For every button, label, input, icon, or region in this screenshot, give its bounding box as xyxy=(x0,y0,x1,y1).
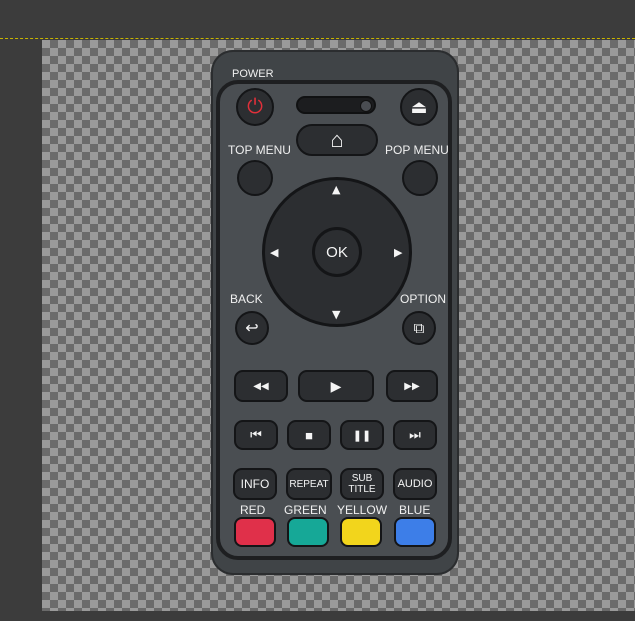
info-button[interactable]: INFO xyxy=(233,468,277,500)
fast-forward-icon: ▶▶ xyxy=(404,380,420,392)
subtitle-button[interactable]: SUB TITLE xyxy=(340,468,384,500)
ok-button[interactable]: OK xyxy=(312,227,362,277)
yellow-button[interactable] xyxy=(340,517,382,547)
green-button[interactable] xyxy=(287,517,329,547)
dpad-right-icon[interactable]: ▶ xyxy=(394,247,402,258)
power-icon: ⏻ xyxy=(247,95,263,118)
subtitle-label-line1: SUB xyxy=(351,473,373,484)
audio-button[interactable]: AUDIO xyxy=(393,468,437,500)
stop-icon: ■ xyxy=(305,427,313,443)
blue-label: BLUE xyxy=(399,503,431,517)
play-button[interactable]: ▶ xyxy=(298,370,374,402)
red-button[interactable] xyxy=(234,517,276,547)
rewind-button[interactable]: ◀◀ xyxy=(234,370,288,402)
option-label: OPTION xyxy=(400,292,447,306)
repeat-button[interactable]: REPEAT xyxy=(286,468,332,500)
green-label: GREEN xyxy=(284,503,327,517)
subtitle-label-line2: TITLE xyxy=(348,484,376,495)
yellow-label: YELLOW xyxy=(337,503,388,517)
option-button[interactable]: ⧉ xyxy=(402,311,436,345)
option-icon: ⧉ xyxy=(413,319,425,337)
skip-back-icon: ⏮ xyxy=(250,427,262,442)
back-arrow-icon: ↩ xyxy=(245,320,259,337)
home-button[interactable]: ⌂ xyxy=(296,124,378,156)
power-button[interactable]: ⏻ xyxy=(236,88,274,126)
back-label: BACK xyxy=(230,292,263,306)
dpad-down-icon[interactable]: ▼ xyxy=(332,309,340,320)
pause-button[interactable]: ❚❚ xyxy=(340,420,384,450)
blue-button[interactable] xyxy=(394,517,436,547)
play-icon: ▶ xyxy=(330,377,342,394)
pop-menu-button[interactable] xyxy=(402,160,438,196)
eject-icon: ⏏ xyxy=(410,96,428,117)
top-menu-label: TOP MENU xyxy=(228,143,291,157)
eject-button[interactable]: ⏏ xyxy=(400,88,438,126)
red-label: RED xyxy=(240,503,266,517)
fast-forward-button[interactable]: ▶▶ xyxy=(386,370,438,402)
dpad-left-icon[interactable]: ◀ xyxy=(270,247,278,258)
home-icon: ⌂ xyxy=(330,127,344,152)
indicator-light xyxy=(360,100,372,112)
power-label: POWER xyxy=(232,68,274,80)
skip-forward-icon: ⏭ xyxy=(409,427,421,442)
back-button[interactable]: ↩ xyxy=(235,311,269,345)
top-menu-button[interactable] xyxy=(237,160,273,196)
pop-menu-label: POP MENU xyxy=(385,143,449,157)
stop-button[interactable]: ■ xyxy=(287,420,331,450)
pause-icon: ❚❚ xyxy=(352,429,372,442)
previous-chapter-button[interactable]: ⏮ xyxy=(234,420,278,450)
next-chapter-button[interactable]: ⏭ xyxy=(393,420,437,450)
dpad-up-icon[interactable]: ▲ xyxy=(332,184,340,195)
rewind-icon: ◀◀ xyxy=(253,380,269,392)
canvas-guide-line xyxy=(0,38,635,39)
